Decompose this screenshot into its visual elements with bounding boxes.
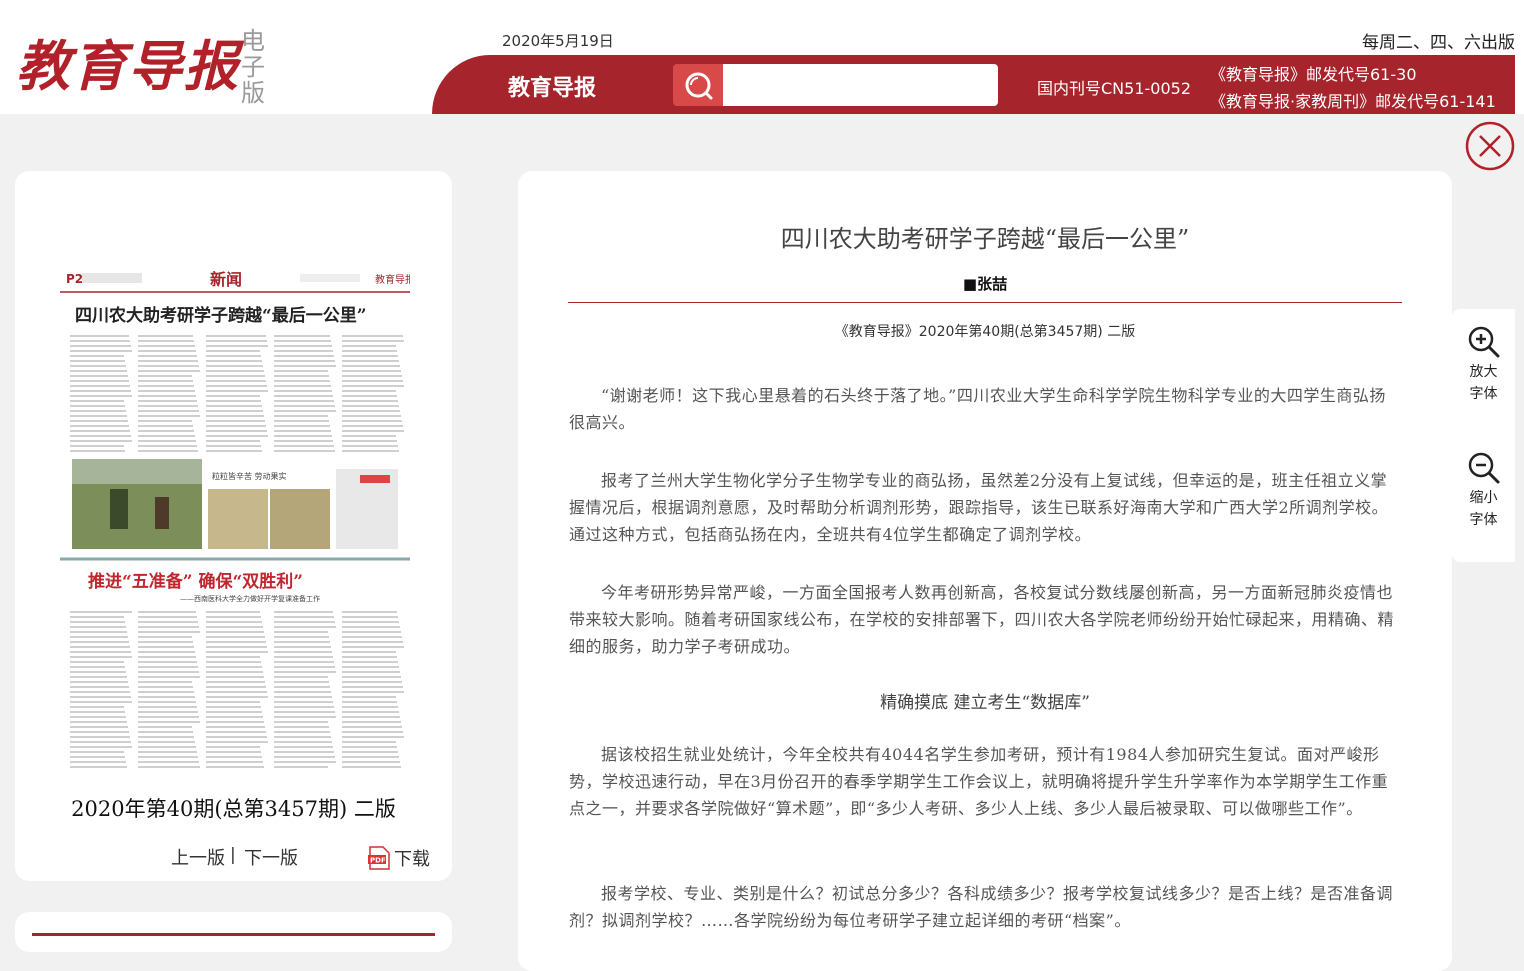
article-paragraph: 今年考研形势异常严峻，一方面全国报考人数再创新高，各校复试分数线屡创新高，另一方… <box>569 583 1395 656</box>
thumb-subline-2: ——西南医科大学全力做好开学复课准备工作 <box>180 594 320 603</box>
secondary-card <box>15 912 452 952</box>
bar-title[interactable]: 教育导报 <box>508 70 596 102</box>
divider <box>32 933 435 936</box>
thumb-masthead: 教育导报 <box>375 273 410 286</box>
article-paragraph: 报考了兰州大学生物化学分子生物学专业的商弘扬，虽然差2分没有上复试线，但幸运的是… <box>569 471 1389 544</box>
next-page-link[interactable]: 下一版 <box>244 844 298 870</box>
postal-code-2: 《教育导报·家教周刊》邮发代号61-141 <box>1210 92 1496 111</box>
link-separator: | <box>230 845 236 865</box>
postal-code-1: 《教育导报》邮发代号61-30 <box>1210 65 1417 84</box>
article-title: 四川农大助考研学子跨越“最后一公里” <box>780 225 1190 253</box>
zoom-out-label-2: 字体 <box>1469 512 1498 528</box>
thumb-section-title: 新闻 <box>210 270 242 289</box>
zoom-in-label-2: 字体 <box>1469 386 1498 402</box>
zoom-in-label-1: 放大 <box>1469 364 1498 380</box>
issue-label: 2020年第40期(总第3457期) 二版 <box>71 797 396 821</box>
edition-label: 电子版 <box>241 27 265 107</box>
zoom-in-icon <box>1468 326 1499 358</box>
article-paragraph: 据该校招生就业处统计，今年全校共有4044名学生参加考研，预计有1984人参加研… <box>569 745 1389 818</box>
thumb-photo-caption: 粒粒皆辛苦 劳动果实 <box>212 471 287 481</box>
zoom-in-button[interactable]: 放大 字体 <box>1452 325 1515 405</box>
zoom-out-label-1: 缩小 <box>1469 490 1498 506</box>
article-paragraph: “谢谢老师！这下我心里悬着的石头终于落了地。”四川农业大学生命科学学院生物科学专… <box>569 386 1386 432</box>
pdf-download-button[interactable]: PDF 下载 <box>368 845 430 871</box>
close-icon <box>1465 121 1515 171</box>
article-paragraph: 报考学校、专业、类别是什么？初试总分多少？各科成绩多少？报考学校复试线多少？是否… <box>569 884 1394 930</box>
font-size-toolbar: 放大 字体 缩小 字体 <box>1452 309 1515 562</box>
newspaper-page-thumbnail[interactable]: P2 新闻 教育导报 四川农大助考研学子跨越“最后一公里” 粒粒皆辛苦 劳动果实… <box>60 269 410 769</box>
pdf-badge: PDF <box>370 857 386 865</box>
prev-page-link[interactable]: 上一版 <box>171 844 225 870</box>
search-icon <box>685 72 713 100</box>
article-source: 《教育导报》2020年第40期(总第3457期) 二版 <box>834 324 1136 340</box>
zoom-out-button[interactable]: 缩小 字体 <box>1452 451 1515 531</box>
download-label: 下载 <box>394 849 430 870</box>
close-button[interactable] <box>1465 121 1515 171</box>
site-logo[interactable]: 教育导报 <box>16 34 240 98</box>
site-header: 教育导报 电子版 2020年5月19日 每周二、四、六出版 教育导报 国内刊号C… <box>0 0 1524 114</box>
publish-schedule: 每周二、四、六出版 <box>1362 33 1515 53</box>
issue-date: 2020年5月19日 <box>502 32 614 50</box>
article-author: ■张喆 <box>962 275 1008 293</box>
article-card: 四川农大助考研学子跨越“最后一公里” ■张喆 《教育导报》2020年第40期(总… <box>518 171 1452 971</box>
search-input[interactable] <box>723 64 998 106</box>
issn-number: 国内刊号CN51-0052 <box>1037 79 1191 98</box>
zoom-out-icon <box>1468 452 1499 484</box>
newspaper-page-image: P2 新闻 教育导报 四川农大助考研学子跨越“最后一公里” 粒粒皆辛苦 劳动果实… <box>60 270 410 768</box>
thumb-headline-2: 推进“五准备” 确保“双胜利” <box>88 571 303 592</box>
thumb-headline-1: 四川农大助考研学子跨越“最后一公里” <box>75 305 367 326</box>
pdf-icon: PDF <box>368 846 390 870</box>
search-button[interactable] <box>673 64 723 106</box>
title-divider <box>568 302 1402 303</box>
page-preview-card: P2 新闻 教育导报 四川农大助考研学子跨越“最后一公里” 粒粒皆辛苦 劳动果实… <box>15 171 452 881</box>
article-subheading: 精确摸底 建立考生“数据库” <box>880 693 1090 713</box>
svg-text:P2: P2 <box>66 272 83 286</box>
